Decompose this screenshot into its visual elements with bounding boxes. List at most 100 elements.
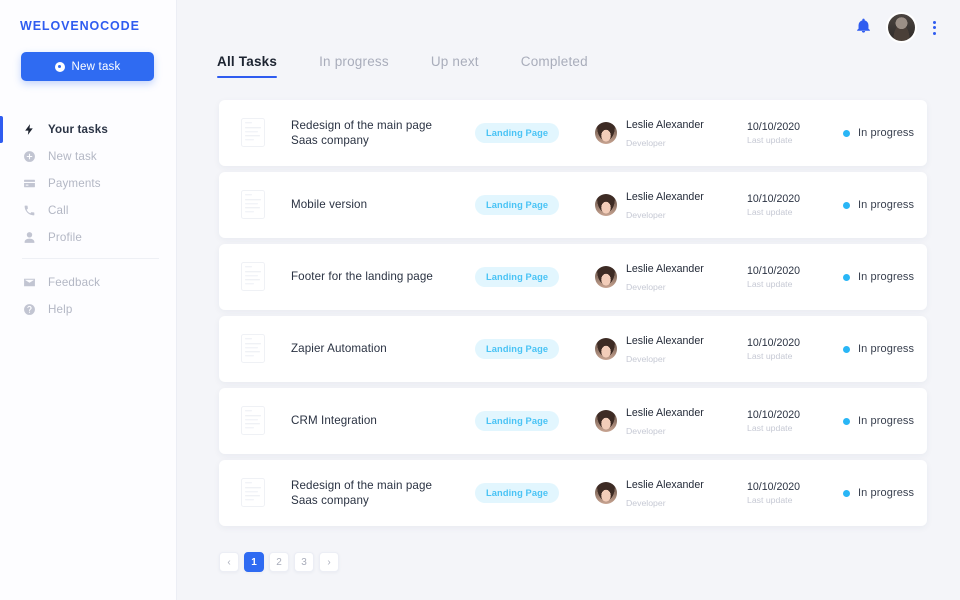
kebab-menu-icon[interactable] [931,19,938,37]
task-title-line1: Zapier Automation [291,342,387,356]
tab-in-progress[interactable]: In progress [319,54,389,78]
assignee-name: Leslie Alexander [626,479,704,491]
avatar[interactable] [888,14,915,41]
tab-up-next[interactable]: Up next [431,54,479,78]
document-icon [241,190,265,224]
task-date-value: 10/10/2020 [747,408,801,421]
task-title: Redesign of the main page Saas company [291,118,476,149]
task-date-label: Last update [747,134,793,145]
task-title-line1: CRM Integration [291,414,377,428]
task-row[interactable]: Zapier Automation Landing Page Leslie Alex… [219,316,927,382]
task-tag-badge: Landing Page [475,411,560,431]
sidebar-item-payments[interactable]: Payments [0,170,177,197]
sidebar-item-your-tasks[interactable]: Your tasks [0,116,177,143]
task-row[interactable]: Redesign of the main page Saas company Lan… [219,100,927,166]
bolt-icon [22,123,36,137]
task-assignee[interactable]: Leslie Alexander Developer [595,259,704,295]
pagination-page-3[interactable]: 3 [294,552,314,572]
task-assignee[interactable]: Leslie Alexander Developer [595,115,704,151]
bell-icon[interactable] [855,17,872,39]
sidebar-nav: Your tasks New task Payments Call Profil… [0,116,177,323]
document-icon [241,406,265,440]
assignee-name: Leslie Alexander [626,407,704,419]
sidebar-item-feedback[interactable]: Feedback [0,269,177,296]
sidebar-item-label: Your tasks [48,123,108,136]
task-title: Footer for the landing page [291,269,476,285]
task-tag-badge: Landing Page [475,483,560,503]
assignee-role: Developer [626,354,666,364]
pagination-next[interactable]: › [319,552,339,572]
task-date-value: 10/10/2020 [747,336,801,349]
avatar [595,194,617,216]
status-dot-icon [843,201,850,209]
task-date-value: 10/10/2020 [747,120,801,133]
assignee-role: Developer [626,282,666,292]
task-title-line1: Redesign of the main page [291,478,433,492]
tab-completed[interactable]: Completed [521,54,588,78]
status-badge: In progress [843,199,914,211]
plus-circle-icon [22,150,36,164]
task-row[interactable]: CRM Integration Landing Page Leslie Alexan… [219,388,927,454]
sidebar-item-label: New task [48,150,97,163]
header-toolbar [855,14,938,41]
pagination-page-1[interactable]: 1 [244,552,264,572]
sidebar-item-profile[interactable]: Profile [0,224,177,251]
app-logo: WELOVENOCODE [20,19,140,33]
status-dot-icon [843,345,850,353]
task-date: 10/10/2020 Last update [747,337,800,362]
task-assignee[interactable]: Leslie Alexander Developer [595,187,704,223]
task-row[interactable]: Footer for the landing page Landing Page L… [219,244,927,310]
sidebar-item-help[interactable]: Help [0,296,177,323]
sidebar: WELOVENOCODE New task Your tasks New tas… [0,0,177,600]
status-badge: In progress [843,343,914,355]
sidebar-item-new-task[interactable]: New task [0,143,177,170]
task-tabs: All Tasks In progress Up next Completed [217,54,630,78]
pagination-page-2[interactable]: 2 [269,552,289,572]
pagination: ‹ 1 2 3 › [219,552,339,572]
new-task-button[interactable]: New task [21,52,154,81]
task-date: 10/10/2020 Last update [747,193,800,218]
task-row[interactable]: Mobile version Landing Page Leslie Alexand… [219,172,927,238]
tab-all-tasks[interactable]: All Tasks [217,54,278,78]
main-content: All Tasks In progress Up next Completed … [177,0,960,600]
status-label: In progress [858,199,915,211]
task-tag-badge: Landing Page [475,267,560,287]
assignee-name: Leslie Alexander [626,263,704,275]
status-badge: In progress [843,271,914,283]
credit-card-icon [22,177,36,191]
sidebar-item-label: Profile [48,231,82,244]
status-label: In progress [858,487,915,499]
status-badge: In progress [843,127,914,139]
document-icon [241,334,265,368]
status-badge: In progress [843,487,914,499]
task-date: 10/10/2020 Last update [747,481,800,506]
assignee-role: Developer [626,138,666,148]
status-label: In progress [858,415,915,427]
status-dot-icon [843,489,850,497]
task-title: Mobile version [291,197,476,213]
task-title: CRM Integration [291,413,476,429]
task-assignee[interactable]: Leslie Alexander Developer [595,331,704,367]
sidebar-item-call[interactable]: Call [0,197,177,224]
task-date-label: Last update [747,206,793,217]
task-date: 10/10/2020 Last update [747,121,800,146]
task-title: Zapier Automation [291,341,476,357]
active-indicator [0,116,3,143]
avatar [595,338,617,360]
task-date-value: 10/10/2020 [747,192,801,205]
task-date-value: 10/10/2020 [747,480,801,493]
task-assignee[interactable]: Leslie Alexander Developer [595,475,704,511]
pagination-prev[interactable]: ‹ [219,552,239,572]
task-row[interactable]: Redesign of the main page Saas company Lan… [219,460,927,526]
phone-icon [22,204,36,218]
task-date-label: Last update [747,278,793,289]
sidebar-item-label: Help [48,303,73,316]
assignee-role: Developer [626,498,666,508]
sidebar-item-label: Payments [48,177,101,190]
task-date-value: 10/10/2020 [747,264,801,277]
task-date-label: Last update [747,494,793,505]
assignee-role: Developer [626,210,666,220]
sidebar-item-label: Call [48,204,69,217]
task-assignee[interactable]: Leslie Alexander Developer [595,403,704,439]
status-label: In progress [858,271,915,283]
